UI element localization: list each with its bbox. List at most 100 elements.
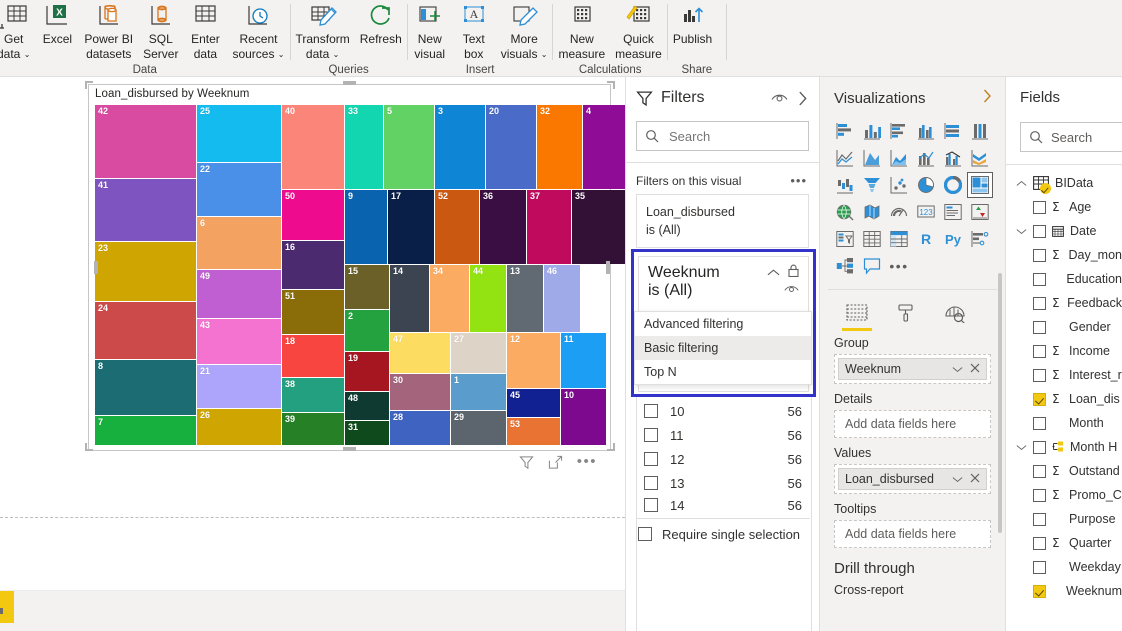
chevron-down-icon[interactable] (1016, 444, 1027, 451)
ribbon-button-quick-measure[interactable]: Quickmeasure (610, 1, 667, 61)
matrix-icon[interactable] (886, 226, 912, 252)
field-checkbox-icon[interactable] (1033, 417, 1046, 430)
filter-value-row[interactable]: 11 56 (636, 423, 812, 447)
visualizations-scrollbar[interactable] (998, 273, 1002, 533)
fields-pane[interactable]: Fields Search BIData ΣAgeDateΣDay_monEdu… (1006, 77, 1122, 631)
field-checkbox-icon[interactable] (1033, 201, 1046, 214)
filters-search-input[interactable] (667, 128, 800, 145)
treemap-tile[interactable]: 10 (561, 389, 606, 445)
tab-format[interactable] (896, 298, 916, 328)
100-stacked-bar-chart-icon[interactable] (940, 118, 966, 144)
decomposition-tree-icon[interactable] (832, 253, 858, 279)
treemap-visual[interactable]: Loan_disbursed by Weeknum 42412324872522… (88, 84, 611, 451)
hide-filter-eye-icon[interactable] (784, 282, 799, 300)
resize-handle-right[interactable] (606, 261, 610, 274)
ribbon-button-sql-server[interactable]: SQLServer (138, 1, 183, 61)
filters-search[interactable] (636, 121, 809, 151)
visualization-type-grid[interactable]: 123RPy••• (820, 108, 1005, 279)
field-checkbox-icon[interactable] (1033, 585, 1046, 598)
collapse-visualizations-chevron-icon[interactable] (981, 89, 993, 108)
100-stacked-column-chart-icon[interactable] (967, 118, 993, 144)
fields-table-bidata[interactable]: BIData (1006, 171, 1122, 195)
resize-handle-bottom-left[interactable] (85, 443, 93, 451)
dropdown-option-top-n[interactable]: Top N (635, 360, 811, 384)
ribbon-button-enter-data[interactable]: Enterdata (183, 1, 227, 61)
treemap-tile[interactable]: 39 (282, 413, 344, 445)
field-checkbox-icon[interactable] (1033, 297, 1046, 310)
r-script-icon[interactable]: R (913, 226, 939, 252)
field-row[interactable]: Gender (1006, 315, 1122, 339)
treemap-tile[interactable]: 40 (282, 105, 344, 189)
line-chart-icon[interactable] (832, 145, 858, 171)
kpi-icon[interactable] (967, 199, 993, 225)
treemap-tile[interactable]: 20 (486, 105, 536, 189)
treemap-tile[interactable]: 8 (95, 360, 196, 415)
treemap-tile[interactable]: 53 (507, 418, 560, 445)
checkbox-icon[interactable] (638, 527, 652, 541)
filter-values-checklist[interactable]: 10 56 11 56 12 56 13 56 14 56 (636, 399, 812, 549)
qa-icon[interactable] (859, 253, 885, 279)
treemap-tile[interactable]: 6 (197, 217, 281, 269)
treemap-tile[interactable]: 51 (282, 290, 344, 334)
clustered-column-chart-icon[interactable] (913, 118, 939, 144)
ribbon-button-new-visual[interactable]: Newvisual (408, 1, 452, 61)
checkbox-icon[interactable] (644, 452, 658, 466)
chevron-down-icon[interactable] (1016, 228, 1027, 235)
treemap-tile[interactable]: 31 (345, 421, 389, 445)
ribbon-button-transform-data[interactable]: Transformdata ⌄ (291, 1, 355, 62)
field-row[interactable]: ΣQuarter (1006, 531, 1122, 555)
treemap-tile[interactable]: 43 (197, 319, 281, 364)
filters-pane[interactable]: Filters Filters on this visual ••• Loan_ (625, 77, 820, 631)
ribbon-button-refresh[interactable]: Refresh (355, 1, 407, 47)
ribbon-button-publish[interactable]: Publish (668, 1, 717, 47)
treemap-tile[interactable]: 14 (390, 265, 429, 332)
treemap-tile[interactable]: 5 (384, 105, 434, 189)
ribbon-button-power-bi-datasets[interactable]: Power BIdatasets (79, 1, 138, 61)
treemap-tile[interactable]: 9 (345, 190, 387, 264)
filter-card-loan-disbursed[interactable]: Loan_disbursed is (All) (636, 194, 809, 248)
ribbon-button-recent-sources[interactable]: Recentsources ⌄ (227, 1, 289, 62)
treemap-tile[interactable]: 4 (583, 105, 631, 189)
treemap-tile[interactable]: 27 (451, 333, 506, 373)
card-icon[interactable]: 123 (913, 199, 939, 225)
treemap-tile[interactable]: 36 (480, 190, 526, 264)
treemap-tile[interactable]: 35 (572, 190, 631, 264)
field-chip-loan-disbursed[interactable]: Loan_disbursed (838, 468, 987, 490)
treemap-tile[interactable]: 18 (282, 335, 344, 377)
key-influencers-icon[interactable] (967, 226, 993, 252)
treemap-tile[interactable]: 22 (197, 163, 281, 216)
report-canvas[interactable]: Loan_disbursed by Weeknum 42412324872522… (0, 77, 625, 631)
treemap-tile[interactable]: 23 (95, 242, 196, 301)
treemap-plot[interactable]: 4241232487252264943212640335320324501651… (95, 105, 606, 445)
treemap-tile[interactable]: 21 (197, 365, 281, 408)
treemap-tile[interactable]: 38 (282, 378, 344, 412)
resize-handle-top-right[interactable] (607, 81, 615, 89)
filters-section-more-icon[interactable]: ••• (790, 173, 807, 188)
treemap-tile[interactable]: 50 (282, 190, 344, 240)
map-icon[interactable] (832, 199, 858, 225)
checkbox-icon[interactable] (644, 428, 658, 442)
chip-chevron-down-icon[interactable] (952, 472, 963, 486)
checkbox-icon[interactable] (644, 404, 658, 418)
treemap-tile[interactable]: 11 (561, 333, 606, 388)
field-checkbox-icon[interactable] (1033, 273, 1046, 286)
field-row[interactable]: ΣInterest_r (1006, 363, 1122, 387)
checkbox-icon[interactable] (644, 476, 658, 490)
filter-value-row[interactable]: 14 56 (636, 495, 812, 515)
field-checkbox-icon[interactable] (1033, 393, 1046, 406)
ribbon-chart-icon[interactable] (967, 145, 993, 171)
treemap-tile[interactable]: 19 (345, 352, 389, 391)
field-checkbox-icon[interactable] (1033, 561, 1046, 574)
chevron-up-icon[interactable] (1016, 180, 1027, 187)
treemap-tile[interactable]: 16 (282, 241, 344, 289)
area-chart-icon[interactable] (859, 145, 885, 171)
resize-handle-top[interactable] (343, 81, 356, 85)
chip-remove-icon[interactable] (970, 362, 980, 376)
treemap-tile[interactable]: 28 (390, 411, 450, 445)
field-checkbox-icon[interactable] (1033, 513, 1046, 526)
treemap-tile[interactable]: 15 (345, 265, 389, 309)
chip-chevron-down-icon[interactable] (952, 362, 963, 376)
stacked-area-chart-icon[interactable] (886, 145, 912, 171)
field-row[interactable]: Month H (1006, 435, 1122, 459)
lock-filter-icon[interactable] (788, 264, 799, 282)
